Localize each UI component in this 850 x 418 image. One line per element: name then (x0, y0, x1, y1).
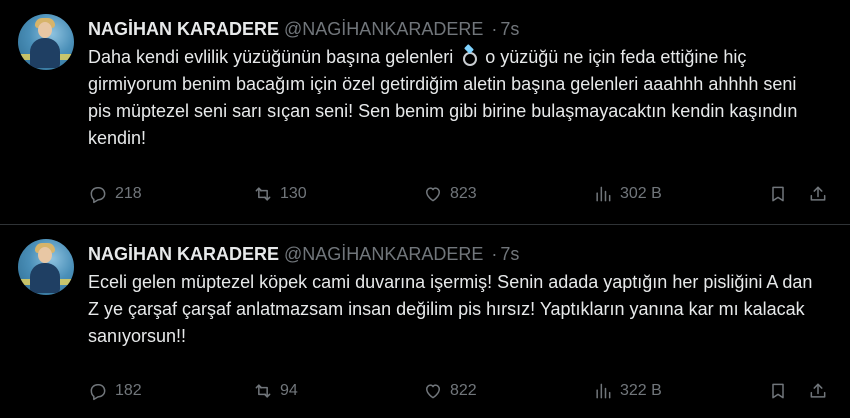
avatar-body (30, 38, 60, 68)
separator-dot: · (491, 244, 498, 264)
author-handle[interactable]: @NAGİHANKARADERE (284, 19, 483, 39)
like-count: 822 (450, 382, 477, 399)
avatar-head (38, 22, 52, 38)
reply-count: 218 (115, 185, 142, 202)
timestamp[interactable]: 7s (500, 19, 519, 39)
like-button[interactable]: 822 (423, 379, 477, 403)
reply-button[interactable]: 182 (88, 379, 142, 403)
tweet-header: NAGİHAN KARADERE @NAGİHANKARADERE · 7s (88, 243, 519, 265)
views-icon (596, 383, 611, 399)
tweet-text-part: Daha kendi evlilik yüzüğünün başına gele… (88, 47, 454, 67)
repost-count: 94 (280, 382, 298, 399)
avatar[interactable] (18, 239, 74, 295)
author-name[interactable]: NAGİHAN KARADERE (88, 244, 279, 264)
avatar[interactable] (18, 14, 74, 70)
like-button[interactable]: 823 (423, 182, 477, 206)
tweet[interactable]: NAGİHAN KARADERE @NAGİHANKARADERE · 7s Da… (0, 0, 850, 224)
avatar-body (30, 263, 60, 293)
action-bar: 218 130 823 302 B (88, 182, 834, 206)
tweet-header: NAGİHAN KARADERE @NAGİHANKARADERE · 7s (88, 18, 519, 40)
bookmark-button[interactable] (768, 379, 788, 403)
views-count: 302 B (620, 185, 662, 202)
bookmark-button[interactable] (768, 182, 788, 206)
like-count: 823 (450, 185, 477, 202)
share-button[interactable] (808, 182, 828, 206)
reply-button[interactable]: 218 (88, 182, 142, 206)
bookmark-icon (772, 383, 784, 399)
author-name[interactable]: NAGİHAN KARADERE (88, 19, 279, 39)
share-icon (810, 383, 826, 398)
tweet[interactable]: NAGİHAN KARADERE @NAGİHANKARADERE · 7s Ec… (0, 225, 850, 418)
views-button[interactable]: 302 B (593, 182, 662, 206)
reply-count: 182 (115, 382, 142, 399)
timestamp[interactable]: 7s (500, 244, 519, 264)
bookmark-icon (772, 186, 784, 202)
views-icon (596, 186, 611, 202)
share-icon (810, 186, 826, 201)
avatar-head (38, 247, 52, 263)
views-button[interactable]: 322 B (593, 379, 662, 403)
action-bar: 182 94 822 322 B (88, 379, 834, 403)
ring-icon (461, 44, 478, 66)
repost-icon (255, 187, 271, 201)
repost-button[interactable]: 94 (253, 379, 298, 403)
views-count: 322 B (620, 382, 662, 399)
author-handle[interactable]: @NAGİHANKARADERE (284, 244, 483, 264)
reply-icon (90, 384, 106, 401)
separator-dot: · (491, 19, 498, 39)
share-button[interactable] (808, 379, 828, 403)
tweet-text: Eceli gelen müptezel köpek cami duvarına… (88, 272, 813, 346)
tweet-text: Daha kendi evlilik yüzüğünün başına gele… (88, 44, 818, 152)
repost-count: 130 (280, 185, 307, 202)
reply-icon (90, 187, 106, 204)
heart-icon (426, 187, 440, 202)
heart-icon (426, 384, 440, 399)
repost-icon (255, 384, 271, 398)
repost-button[interactable]: 130 (253, 182, 307, 206)
